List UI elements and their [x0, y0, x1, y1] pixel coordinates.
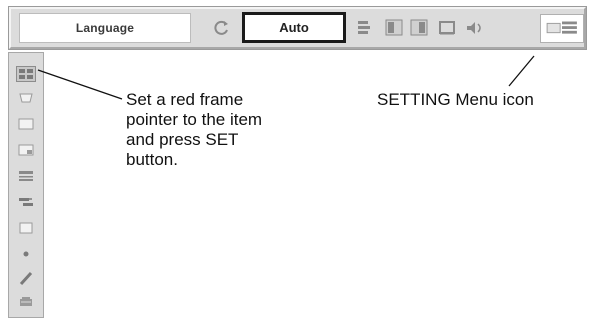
language-icon[interactable] [16, 66, 36, 82]
right-callout-text: SETTING Menu icon [377, 90, 534, 109]
setting-menu-sidebar [8, 52, 44, 318]
keystone-icon[interactable] [357, 19, 371, 37]
ceiling-icon[interactable] [17, 195, 35, 209]
filter-icon[interactable] [17, 295, 35, 309]
right-callout-leader [508, 55, 535, 87]
sound-icon[interactable] [465, 19, 485, 37]
left-callout-leader [37, 69, 123, 100]
setting-icon [546, 21, 577, 34]
screen-left-icon[interactable] [385, 19, 403, 37]
rotate-icon[interactable] [214, 20, 230, 36]
display-icon[interactable] [17, 143, 35, 157]
language-value-field[interactable]: Auto [242, 12, 346, 43]
keystone-side-icon[interactable] [17, 91, 35, 105]
menu-title: Language [19, 13, 191, 43]
screen-right-icon[interactable] [410, 19, 428, 37]
screen-icon[interactable] [438, 19, 456, 37]
rear-icon[interactable] [17, 221, 35, 235]
left-callout-text: Set a red frame pointer to the item and … [126, 90, 263, 169]
blue-back-icon[interactable] [17, 117, 35, 131]
logo-icon[interactable] [17, 169, 35, 183]
menu-bar: Language Auto [8, 6, 587, 50]
power-management-icon[interactable] [17, 271, 35, 285]
setting-menu-icon-frame[interactable] [540, 14, 584, 43]
terminal-icon[interactable] [17, 247, 35, 261]
